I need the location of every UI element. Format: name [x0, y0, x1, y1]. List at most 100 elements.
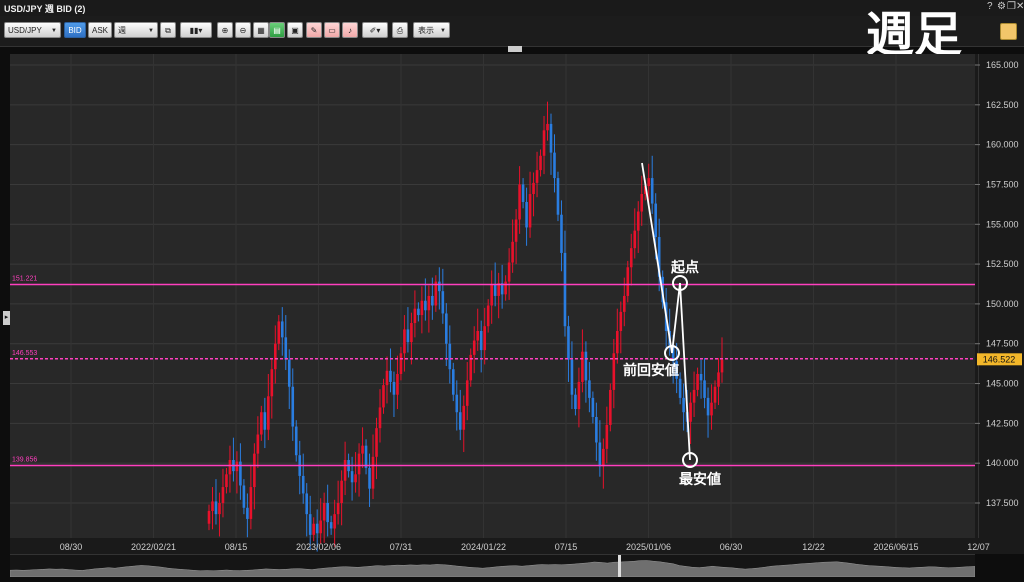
- candle-up: [403, 329, 406, 354]
- candle-up: [633, 230, 637, 249]
- candle-down: [438, 281, 441, 292]
- candle-down: [350, 471, 354, 483]
- candle-down: [263, 412, 267, 430]
- candle-up: [616, 330, 619, 354]
- x-tick-label: 2024/01/22: [461, 542, 506, 552]
- candle-down: [556, 178, 560, 215]
- candle-down: [560, 214, 563, 253]
- candle-up: [357, 453, 361, 475]
- y-tick-label: 145.000: [986, 379, 1019, 389]
- candle-up: [713, 386, 717, 403]
- candle-down: [567, 326, 570, 360]
- candle-down: [595, 416, 598, 443]
- candle-up: [717, 372, 720, 387]
- candle-down: [284, 337, 288, 360]
- candle-up: [207, 510, 211, 524]
- candle-up: [486, 305, 490, 327]
- candle-up: [312, 523, 315, 535]
- candle-down: [699, 373, 703, 381]
- candle-down: [308, 514, 312, 535]
- candle-down: [305, 493, 309, 515]
- candle-up: [546, 123, 549, 131]
- candle-down: [329, 522, 333, 529]
- y-tick-label: 162.500: [986, 100, 1019, 110]
- candle-up: [218, 503, 221, 515]
- y-tick-label: 155.000: [986, 219, 1019, 229]
- x-tick-label: 2022/02/21: [131, 542, 176, 552]
- candle-up: [622, 295, 626, 312]
- candle-up: [260, 412, 263, 435]
- x-tick-label: 2023/02/06: [296, 542, 341, 552]
- candle-up: [228, 459, 232, 475]
- x-tick-label: 08/15: [225, 542, 248, 552]
- candle-down: [703, 380, 706, 398]
- candle-down: [549, 123, 553, 153]
- candle-up: [720, 359, 724, 373]
- candle-up: [514, 219, 518, 242]
- y-tick-label: 157.500: [986, 179, 1019, 189]
- candle-up: [375, 428, 378, 457]
- candle-up: [371, 456, 375, 489]
- candle-down: [521, 184, 525, 202]
- candle-down: [424, 300, 427, 311]
- candle-down: [242, 485, 246, 508]
- candle-down: [315, 523, 319, 534]
- candle-up: [689, 402, 692, 422]
- candle-down: [682, 397, 685, 413]
- candle-down: [570, 359, 574, 395]
- candle-down: [479, 330, 483, 351]
- candle-down: [455, 394, 459, 413]
- candle-down: [591, 397, 595, 417]
- candle-up: [532, 182, 535, 195]
- candle-up: [626, 267, 630, 296]
- candle-up: [511, 241, 514, 263]
- candle-up: [420, 300, 424, 316]
- candle-up: [640, 194, 644, 212]
- candle-down: [431, 295, 434, 306]
- candle-up: [361, 445, 364, 454]
- annotation-label: 起点: [670, 259, 699, 276]
- price-chart[interactable]: 151.221 146.553 139.856 146.522 165.000 162.…: [0, 0, 1024, 580]
- x-tick-label: 07/31: [390, 542, 413, 552]
- x-tick-label: 2026/06/15: [873, 542, 918, 552]
- candle-down: [678, 378, 682, 398]
- x-tick-label: 07/15: [555, 542, 578, 552]
- candle-up: [465, 380, 469, 406]
- level-label: 151.221: [12, 275, 37, 282]
- level-label: 146.553: [12, 350, 37, 357]
- candle-up: [427, 295, 431, 311]
- candle-up: [577, 381, 581, 410]
- chart-navigator[interactable]: [9, 554, 976, 578]
- candle-down: [584, 351, 588, 381]
- candle-up: [267, 396, 270, 430]
- candle-up: [253, 453, 256, 488]
- candle-up: [696, 373, 699, 390]
- x-tick-label: 12/22: [802, 542, 825, 552]
- candle-down: [451, 369, 455, 395]
- candle-down: [654, 203, 657, 238]
- candle-up: [354, 474, 357, 483]
- candle-down: [280, 321, 284, 338]
- candle-up: [605, 424, 609, 449]
- candle-up: [413, 308, 417, 324]
- y-tick-label: 140.000: [986, 458, 1019, 468]
- candle-down: [214, 501, 218, 515]
- candle-up: [221, 487, 225, 503]
- candle-up: [462, 405, 466, 430]
- y-tick-label: 137.500: [986, 498, 1019, 508]
- candle-down: [553, 152, 556, 179]
- candle-down: [598, 442, 602, 467]
- candle-down: [441, 291, 445, 314]
- candle-up: [270, 369, 274, 397]
- candle-down: [291, 386, 295, 427]
- candle-down: [364, 445, 368, 468]
- x-tick-label: 06/30: [720, 542, 743, 552]
- candle-up: [340, 480, 343, 503]
- candle-down: [368, 467, 371, 489]
- navigator-handle[interactable]: [618, 555, 621, 577]
- y-tick-label: 147.500: [986, 339, 1019, 349]
- candle-up: [581, 351, 584, 382]
- candle-up: [602, 448, 605, 467]
- candle-up: [647, 178, 651, 187]
- candle-down: [417, 308, 420, 316]
